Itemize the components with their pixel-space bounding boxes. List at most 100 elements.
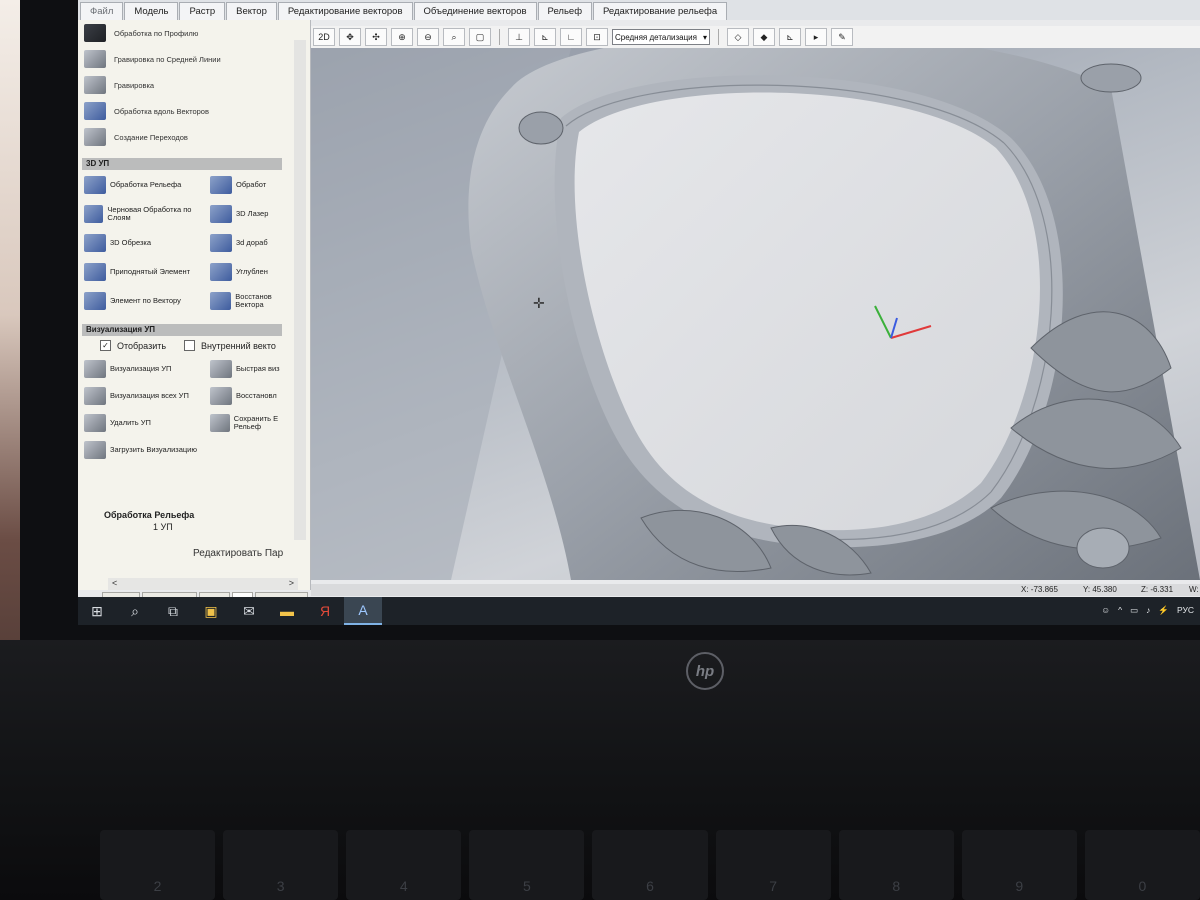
3d-viewport[interactable]: ✛ xyxy=(311,48,1200,580)
axis-view-icon[interactable]: ⊥ xyxy=(508,28,530,46)
inner-vector-checkbox[interactable]: Внутренний векто xyxy=(184,340,276,351)
keyboard-number-row: 234567890 xyxy=(100,830,1200,900)
inner-vector-checkbox-box[interactable] xyxy=(184,340,195,351)
axis-view-z-icon[interactable]: ⊡ xyxy=(586,28,608,46)
panel-tool-button[interactable]: Загрузить Визуализацию xyxy=(84,441,204,459)
battery-icon[interactable]: ▭ xyxy=(1130,605,1138,616)
task-view-icon[interactable]: ⧉ xyxy=(154,597,192,625)
chevron-down-icon[interactable]: ▾ xyxy=(703,33,707,42)
toolpath-item[interactable]: Обработка по Профилю xyxy=(84,24,198,42)
ribbon-tab[interactable]: Растр xyxy=(179,2,226,20)
file-explorer-icon[interactable]: ▬ xyxy=(268,597,306,625)
hp-logo: hp xyxy=(686,652,724,690)
axis-view-x-icon[interactable]: ⊾ xyxy=(534,28,556,46)
panel-tool-button[interactable]: 3D Обрезка xyxy=(84,234,204,252)
tool-icon xyxy=(84,360,106,378)
toolbar-separator xyxy=(718,29,719,45)
render-icon[interactable]: ✎ xyxy=(831,28,853,46)
toolpath-item[interactable]: Гравировка по Средней Линии xyxy=(84,50,221,68)
show-checkbox[interactable]: ✓ Отобразить xyxy=(100,340,166,351)
store-icon[interactable]: ▣ xyxy=(192,597,230,625)
profile-toolpath-icon xyxy=(84,24,106,42)
panel-tool-label: Визуализация УП xyxy=(110,363,172,373)
panel-tool-button[interactable]: Восстановл xyxy=(210,387,300,405)
panel-tool-button[interactable]: Обработка Рельефа xyxy=(84,176,204,194)
keyboard-key: 6 xyxy=(592,830,708,900)
panel-tool-button[interactable]: Визуализация УП xyxy=(84,360,204,378)
zoom-fit-icon[interactable]: ▢ xyxy=(469,28,491,46)
panel-tool-button[interactable]: Элемент по Вектору xyxy=(84,292,204,310)
toolpath-item-label: Гравировка xyxy=(114,80,155,90)
ribbon-tab[interactable]: Рельеф xyxy=(537,2,593,20)
people-icon[interactable]: ☺ xyxy=(1101,605,1110,616)
panel-tool-label: Восстанов Вектора xyxy=(235,291,272,309)
tool-icon xyxy=(84,176,106,194)
windows-taskbar: ⊞ ⌕ ⧉ ▣ ✉ ▬ Я A ☺ ^ ▭ ♪ ⚡ РУС xyxy=(78,597,1200,625)
panel-horizontal-scrollbar[interactable]: < > xyxy=(108,578,298,590)
network-icon[interactable]: ⚡ xyxy=(1158,605,1169,616)
panel-tool-button[interactable]: Визуализация всех УП xyxy=(84,387,204,405)
zoom-out-icon[interactable]: ⊖ xyxy=(417,28,439,46)
toolpath-item[interactable]: Создание Переходов xyxy=(84,128,188,146)
ribbon-tab[interactable]: Редактирование векторов xyxy=(277,2,413,20)
panel-tool-button[interactable]: Удалить УП xyxy=(84,414,204,432)
ribbon-tab[interactable]: Вектор xyxy=(226,2,277,20)
play-icon[interactable]: ▸ xyxy=(805,28,827,46)
show-checkbox-box[interactable]: ✓ xyxy=(100,340,111,351)
toolpath-item[interactable]: Гравировка xyxy=(84,76,154,94)
panel-tool-label: Сохранить Е Рельеф xyxy=(233,413,279,431)
scroll-left-icon[interactable]: < xyxy=(112,578,117,590)
tool-icon xyxy=(210,205,232,223)
tool-icon xyxy=(210,234,232,252)
view-2d-button[interactable]: 2D xyxy=(313,28,335,46)
tool-icon xyxy=(210,414,230,432)
shaded-icon[interactable]: ◆ xyxy=(753,28,775,46)
panel-tool-button[interactable]: Обработ xyxy=(210,176,300,194)
panel-vertical-scrollbar[interactable] xyxy=(294,40,306,540)
aspire-app-icon[interactable]: A xyxy=(344,597,382,625)
tool-icon xyxy=(84,234,106,252)
windows-start-icon[interactable]: ⊞ xyxy=(78,597,116,625)
panel-tool-label: Загрузить Визуализацию xyxy=(110,444,197,454)
edit-parameters-link[interactable]: Редактировать Пар xyxy=(193,548,283,559)
mail-icon[interactable]: ✉ xyxy=(230,597,268,625)
panel-tool-button[interactable]: Сохранить Е Рельеф xyxy=(210,414,300,432)
tool-icon xyxy=(84,414,106,432)
yandex-browser-icon[interactable]: Я xyxy=(306,597,344,625)
panel-tool-button[interactable]: Быстрая виз xyxy=(210,360,300,378)
tool-icon xyxy=(210,176,232,194)
axis-view-y-icon[interactable]: ∟ xyxy=(560,28,582,46)
axis-icon[interactable]: ⊾ xyxy=(779,28,801,46)
panel-tool-button[interactable]: Углублен xyxy=(210,263,300,281)
panel-tool-button[interactable]: Черновая Обработка по Слоям xyxy=(84,205,204,223)
ribbon-tab[interactable]: Файл xyxy=(80,2,124,20)
scroll-right-icon[interactable]: > xyxy=(289,578,294,590)
language-indicator[interactable]: РУС xyxy=(1177,605,1194,616)
branch-knot-top xyxy=(1080,63,1142,93)
toolpath-item[interactable]: Обработка вдоль Векторов xyxy=(84,102,209,120)
panel-tool-label: Обработка Рельефа xyxy=(110,179,182,189)
panel-tool-button[interactable]: Приподнятый Элемент xyxy=(84,263,204,281)
move-icon[interactable]: ✣ xyxy=(365,28,387,46)
zoom-box-icon[interactable]: ⌕ xyxy=(443,28,465,46)
toolpath-item-label: Гравировка по Средней Линии xyxy=(114,54,221,64)
tool-icon xyxy=(210,387,232,405)
centerline-engrave-icon xyxy=(84,50,106,68)
volume-icon[interactable]: ♪ xyxy=(1146,605,1150,616)
detail-level-select[interactable]: Средняя детализация ▾ xyxy=(612,29,710,45)
ribbon-tab-bar: Файл Модель Растр Вектор Редактирование вект… xyxy=(78,0,1200,20)
operation-count: 1 УП xyxy=(153,522,173,532)
tray-chevron-icon[interactable]: ^ xyxy=(1118,605,1122,616)
panel-tool-button[interactable]: Восстанов Вектора xyxy=(210,292,300,310)
panel-tool-label: Быстрая виз xyxy=(236,363,280,373)
ribbon-tab[interactable]: Редактирование рельефа xyxy=(593,2,728,20)
zoom-in-icon[interactable]: ⊕ xyxy=(391,28,413,46)
wireframe-icon[interactable]: ◇ xyxy=(727,28,749,46)
panel-tool-button[interactable]: 3d дораб xyxy=(210,234,300,252)
ribbon-tab[interactable]: Объединение векторов xyxy=(413,2,537,20)
pan-icon[interactable]: ✥ xyxy=(339,28,361,46)
panel-tool-button[interactable]: 3D Лазер xyxy=(210,205,300,223)
search-icon[interactable]: ⌕ xyxy=(116,597,154,625)
ribbon-tab[interactable]: Модель xyxy=(124,2,179,20)
panel-tool-label: 3d дораб xyxy=(236,237,268,247)
